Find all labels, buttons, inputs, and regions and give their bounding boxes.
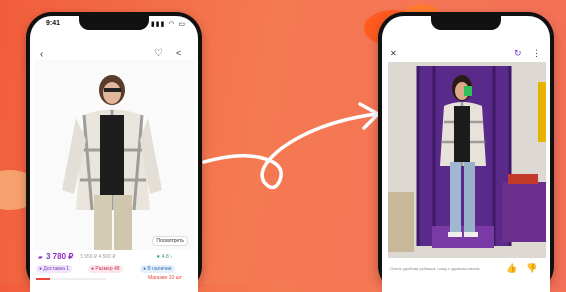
chip-size[interactable]: ● Размер 48: [88, 265, 123, 273]
share-icon[interactable]: <: [176, 49, 181, 58]
fitting-room-illustration: [388, 62, 546, 258]
heart-icon[interactable]: ♡: [154, 49, 163, 59]
left-phone-screen: 9:41 ▮▮▮ ◠ ▭ ‹ ♡ < Посмотреть ▰ 3 780 ₽ …: [30, 16, 198, 292]
close-icon[interactable]: ✕: [390, 50, 397, 58]
price-icon: ▰: [38, 255, 43, 261]
refresh-icon[interactable]: ↻: [514, 49, 522, 58]
more-icon[interactable]: ⋮: [532, 49, 541, 58]
review-photo[interactable]: [388, 62, 546, 258]
phone-notch: [431, 16, 501, 30]
arrow-icon: [202, 102, 380, 190]
chip-stock[interactable]: ● В наличии: [140, 265, 175, 273]
rating[interactable]: ★ 4.8 ›: [156, 254, 172, 260]
thumbs-down-icon[interactable]: 👎: [526, 264, 537, 273]
right-phone-screen: ✕ ↻ ⋮ Очень удобная рубашка, ношу с удов…: [382, 16, 550, 292]
left-phone: 9:41 ▮▮▮ ◠ ▭ ‹ ♡ < Посмотреть ▰ 3 780 ₽ …: [26, 12, 202, 292]
promo-bar-fill: [36, 278, 50, 280]
price: 3 780 ₽: [46, 252, 74, 261]
thumbs-up-icon[interactable]: 👍: [506, 264, 517, 273]
promo-bar: [36, 278, 106, 280]
view-badge[interactable]: Посмотреть: [152, 236, 188, 246]
status-icons: ▮▮▮ ◠ ▭: [150, 21, 186, 28]
price-old: 3 950 ₽ 4 500 ₽: [80, 254, 116, 260]
review-caption: Очень удобная рубашка, ношу с удовольств…: [390, 266, 480, 271]
status-bar: 9:41 ▮▮▮ ◠ ▭: [30, 18, 198, 30]
right-phone: ✕ ↻ ⋮ Очень удобная рубашка, ношу с удов…: [378, 12, 554, 292]
status-time: 9:41: [46, 20, 61, 27]
model-illustration: [62, 75, 162, 250]
back-icon[interactable]: ‹: [40, 50, 43, 60]
product-photo[interactable]: Посмотреть: [34, 60, 194, 250]
promo-text: Магазин 10 шт: [148, 275, 182, 281]
chip-delivery[interactable]: ● Доставка 1: [36, 265, 73, 273]
